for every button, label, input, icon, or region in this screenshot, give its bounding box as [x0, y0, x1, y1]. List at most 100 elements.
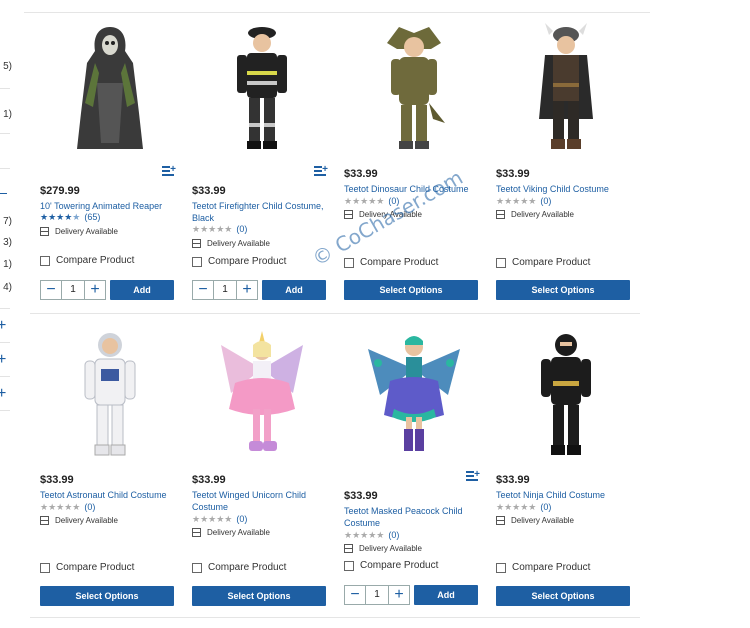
- divider: [0, 342, 10, 343]
- divider: [0, 168, 10, 169]
- select-options-button[interactable]: Select Options: [496, 280, 630, 300]
- review-count[interactable]: (0): [84, 502, 95, 512]
- checkbox-icon[interactable]: [192, 562, 202, 573]
- product-price: $33.99: [40, 474, 74, 486]
- checkbox-icon[interactable]: [344, 560, 354, 571]
- divider: [24, 12, 650, 13]
- quantity-input[interactable]: 1: [61, 281, 85, 299]
- add-button[interactable]: Add: [262, 280, 326, 300]
- product-card: $33.99 Teetot Dinosaur Child Costume ★★★…: [344, 15, 484, 305]
- compare-product-checkbox[interactable]: Compare Product: [344, 257, 438, 268]
- product-name-link[interactable]: Teetot Viking Child Costume: [496, 183, 632, 195]
- delivery-status: Delivery Available: [192, 239, 270, 248]
- product-card: $33.99 Teetot Winged Unicorn Child Costu…: [192, 322, 332, 612]
- product-card: $33.99 Teetot Ninja Child Costume ★★★★★(…: [496, 322, 636, 612]
- product-name-link[interactable]: Teetot Winged Unicorn Child Costume: [192, 489, 328, 513]
- product-name-link[interactable]: Teetot Ninja Child Costume: [496, 489, 632, 501]
- checkbox-icon[interactable]: [40, 255, 50, 266]
- add-button[interactable]: Add: [414, 585, 478, 605]
- compare-product-checkbox[interactable]: Compare Product: [496, 562, 590, 573]
- delivery-status: Delivery Available: [496, 516, 574, 525]
- product-rating: ★★★★★ (0): [496, 196, 551, 207]
- expand-plus-icon[interactable]: +: [0, 318, 6, 334]
- compare-product-checkbox[interactable]: Compare Product: [40, 255, 134, 266]
- add-to-list-icon[interactable]: +: [314, 165, 328, 177]
- compare-product-checkbox[interactable]: Compare Product: [496, 257, 590, 268]
- delivery-status: Delivery Available: [344, 544, 422, 553]
- quantity-input[interactable]: 1: [213, 281, 237, 299]
- add-button[interactable]: Add: [110, 280, 174, 300]
- quantity-stepper[interactable]: − 1 +: [192, 280, 258, 300]
- astronaut-costume-image[interactable]: [40, 326, 180, 461]
- review-count[interactable]: (0): [540, 502, 551, 512]
- delivery-box-icon: [192, 239, 201, 248]
- delivery-status: Delivery Available: [40, 227, 118, 236]
- filter-count: 1): [3, 109, 12, 120]
- compare-product-checkbox[interactable]: Compare Product: [192, 562, 286, 573]
- review-count[interactable]: (0): [236, 514, 247, 524]
- delivery-box-icon: [40, 227, 49, 236]
- select-options-button[interactable]: Select Options: [344, 280, 478, 300]
- checkbox-icon[interactable]: [344, 257, 354, 268]
- divider: [0, 308, 10, 309]
- product-name-link[interactable]: Teetot Masked Peacock Child Costume: [344, 505, 480, 529]
- minus-icon[interactable]: −: [41, 281, 61, 299]
- plus-icon[interactable]: +: [389, 586, 409, 604]
- plus-icon[interactable]: +: [237, 281, 257, 299]
- delivery-box-icon: [40, 516, 49, 525]
- star-icon: ★★★★★: [192, 224, 233, 234]
- quantity-input[interactable]: 1: [365, 586, 389, 604]
- product-price: $33.99: [344, 168, 378, 180]
- product-name-link[interactable]: Teetot Firefighter Child Costume, Black: [192, 200, 328, 224]
- divider: [0, 376, 10, 377]
- expand-plus-icon[interactable]: +: [0, 352, 6, 368]
- delivery-status: Delivery Available: [40, 516, 118, 525]
- star-icon: ★★★★★: [40, 502, 81, 512]
- firefighter-costume-image[interactable]: [192, 20, 332, 155]
- product-rating: ★★★★★ (0): [192, 224, 247, 235]
- product-card: $33.99 Teetot Viking Child Costume ★★★★★…: [496, 15, 636, 305]
- filter-count: 1): [3, 259, 12, 270]
- checkbox-icon[interactable]: [496, 257, 506, 268]
- filter-sidebar: 5) 1) 7) 3) 1) 4) + + +: [0, 0, 12, 628]
- plus-icon[interactable]: +: [85, 281, 105, 299]
- divider: [0, 410, 10, 411]
- product-price: $33.99: [344, 490, 378, 502]
- product-name-link[interactable]: 10' Towering Animated Reaper: [40, 200, 176, 212]
- product-name-link[interactable]: Teetot Astronaut Child Costume: [40, 489, 176, 501]
- dinosaur-costume-image[interactable]: [344, 20, 484, 155]
- star-icon: ★★★★★: [344, 196, 385, 206]
- compare-product-checkbox[interactable]: Compare Product: [344, 560, 438, 571]
- checkbox-icon[interactable]: [496, 562, 506, 573]
- review-count[interactable]: (65): [84, 212, 100, 222]
- checkbox-icon[interactable]: [40, 562, 50, 573]
- viking-costume-image[interactable]: [496, 20, 636, 155]
- ninja-costume-image[interactable]: [496, 326, 636, 461]
- expand-plus-icon[interactable]: +: [0, 386, 6, 402]
- minus-icon[interactable]: −: [193, 281, 213, 299]
- add-to-list-icon[interactable]: +: [466, 470, 480, 482]
- add-to-list-icon[interactable]: +: [162, 165, 176, 177]
- collapse-icon[interactable]: [0, 193, 7, 194]
- unicorn-costume-image[interactable]: [192, 326, 332, 461]
- compare-product-checkbox[interactable]: Compare Product: [40, 562, 134, 573]
- select-options-button[interactable]: Select Options: [40, 586, 174, 606]
- review-count[interactable]: (0): [540, 196, 551, 206]
- reaper-costume-image[interactable]: [40, 20, 180, 155]
- compare-product-checkbox[interactable]: Compare Product: [192, 256, 286, 267]
- select-options-button[interactable]: Select Options: [496, 586, 630, 606]
- checkbox-icon[interactable]: [192, 256, 202, 267]
- star-icon: ★★★★: [40, 212, 73, 222]
- minus-icon[interactable]: −: [345, 586, 365, 604]
- select-options-button[interactable]: Select Options: [192, 586, 326, 606]
- review-count[interactable]: (0): [236, 224, 247, 234]
- quantity-stepper[interactable]: − 1 +: [40, 280, 106, 300]
- delivery-box-icon: [496, 210, 505, 219]
- quantity-stepper[interactable]: − 1 +: [344, 585, 410, 605]
- product-rating: ★★★★★ (65): [40, 212, 100, 223]
- filter-count: 5): [3, 61, 12, 72]
- product-card: + $33.99 Teetot Firefighter Child Costum…: [192, 15, 332, 305]
- filter-count: 3): [3, 237, 12, 248]
- peacock-costume-image[interactable]: [344, 326, 484, 461]
- review-count[interactable]: (0): [388, 530, 399, 540]
